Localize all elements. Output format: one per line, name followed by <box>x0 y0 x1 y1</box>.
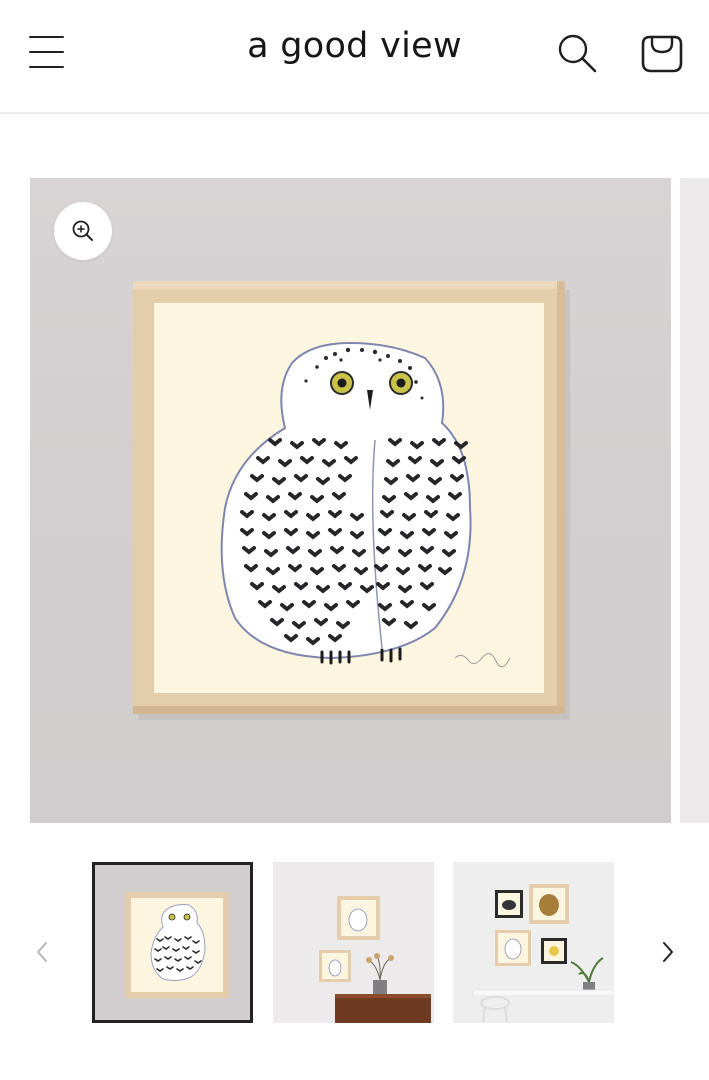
snowy-owl-framed-print-closeup <box>125 892 229 998</box>
menu-line <box>29 66 64 69</box>
chevron-left-icon[interactable] <box>30 935 56 969</box>
site-header: a good view <box>0 0 709 114</box>
snowy-owl-framed-print <box>133 281 570 720</box>
store-name-link[interactable]: a good view <box>247 26 462 66</box>
next-slide-preview[interactable] <box>680 178 709 823</box>
thumbnail-3[interactable] <box>453 862 614 1023</box>
store-logo: a good view <box>0 26 709 66</box>
main-product-image[interactable] <box>30 178 671 823</box>
cart-bag-icon[interactable] <box>638 30 686 78</box>
chevron-right-icon[interactable] <box>654 935 680 969</box>
two-owl-prints-above-cabinet <box>273 862 434 1023</box>
gallery-wall-with-owl-prints <box>453 862 614 1023</box>
zoom-in-icon[interactable] <box>54 202 112 260</box>
search-icon[interactable] <box>556 32 600 76</box>
thumbnail-1[interactable] <box>92 862 253 1023</box>
thumbnail-2[interactable] <box>273 862 434 1023</box>
